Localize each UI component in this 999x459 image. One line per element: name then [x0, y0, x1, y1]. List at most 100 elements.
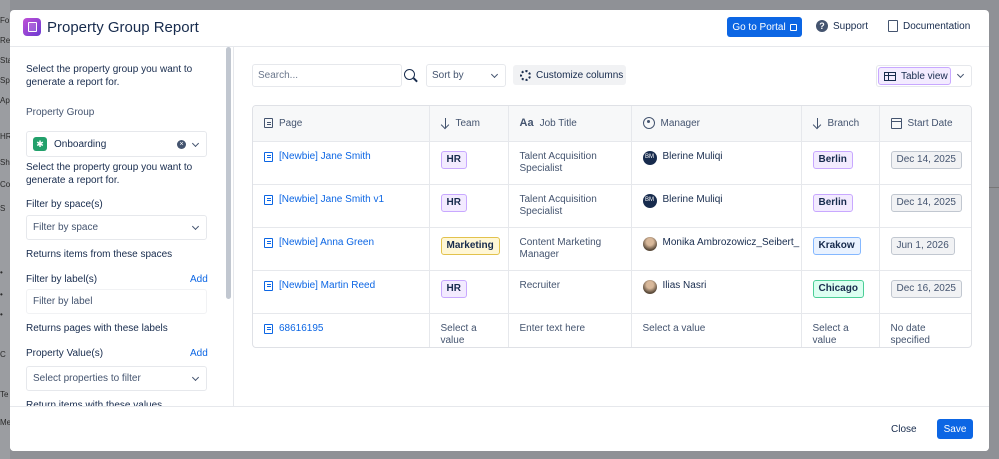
start-date-cell[interactable]: No date specified	[879, 313, 971, 347]
column-header-page[interactable]: Page	[253, 106, 430, 142]
branch-cell[interactable]: Berlin	[801, 141, 880, 185]
search-icon[interactable]	[404, 69, 415, 80]
bg-text: Ap	[0, 96, 10, 105]
page-link[interactable]: [Newbie] Martin Reed	[279, 280, 375, 293]
page-cell[interactable]: [Newbie] Jane Smith v1	[253, 184, 430, 228]
page-icon	[264, 237, 273, 248]
job-title-cell[interactable]: Content Marketing Manager	[508, 227, 632, 271]
team-tag: HR	[440, 193, 467, 212]
date-tag: Dec 14, 2025	[890, 193, 962, 212]
team-cell[interactable]: HR	[429, 184, 509, 228]
page-cell[interactable]: [Newbie] Jane Smith	[253, 141, 430, 185]
team-cell[interactable]: Select a value	[429, 313, 509, 347]
branch-cell[interactable]: Krakow	[801, 227, 880, 271]
page-icon	[264, 194, 273, 205]
dialog-footer: Close Save	[10, 406, 989, 451]
table-view-button[interactable]: Table view	[878, 67, 951, 85]
start-date-cell[interactable]: Dec 14, 2025	[879, 184, 971, 228]
help-icon: ?	[816, 20, 828, 32]
branch-tag: Berlin	[812, 150, 853, 169]
manager-cell[interactable]: Select a value	[631, 313, 802, 347]
gear-icon	[520, 69, 531, 81]
documentation-button[interactable]: Documentation	[888, 20, 970, 32]
space-filter-select[interactable]: Filter by space	[26, 215, 207, 240]
manager-cell[interactable]: Monika Ambrozowicz_Seibert_	[631, 227, 802, 271]
user-icon	[642, 117, 655, 130]
column-label: Team	[455, 117, 480, 129]
page-link[interactable]: [Newbie] Anna Green	[279, 237, 374, 250]
support-button[interactable]: ? Support	[816, 20, 868, 32]
property-group-help: Select the property group you want to ge…	[26, 162, 193, 186]
table-icon	[884, 71, 896, 81]
sidebar-scrollbar[interactable]	[226, 47, 231, 299]
branch-cell[interactable]: Berlin	[801, 184, 880, 228]
sort-arrow-down-icon	[813, 117, 822, 129]
page-link[interactable]: 68616195	[279, 323, 324, 336]
column-header-manager[interactable]: Manager	[631, 106, 802, 142]
property-group-select[interactable]: ✱ Onboarding ×	[26, 131, 207, 157]
page-link[interactable]: [Newbie] Jane Smith v1	[279, 194, 384, 207]
filter-sidebar: Select the property group you want to ge…	[10, 47, 234, 411]
background-app-right	[989, 0, 999, 459]
team-cell[interactable]: HR	[429, 141, 509, 185]
customize-columns-button[interactable]: Customize columns	[513, 65, 626, 85]
column-header-branch[interactable]: Branch	[801, 106, 880, 142]
property-group-value: Onboarding	[54, 138, 107, 150]
bg-text: Sp	[0, 76, 10, 85]
manager-name: Blerine Muliqi	[662, 151, 723, 163]
table-row: [Newbie] Anna Green Marketing Content Ma…	[253, 227, 971, 271]
team-cell[interactable]: HR	[429, 270, 509, 314]
add-property-value-button[interactable]: Add	[190, 348, 208, 359]
page-cell[interactable]: 68616195	[253, 313, 430, 347]
start-date-cell[interactable]: Dec 16, 2025	[879, 270, 971, 314]
job-title-cell[interactable]: Talent Acquisition Specialist	[508, 184, 632, 228]
column-header-team[interactable]: Team	[429, 106, 509, 142]
start-date-cell[interactable]: Jun 1, 2026	[879, 227, 971, 271]
add-label-filter-button[interactable]: Add	[190, 274, 208, 285]
search-input[interactable]: Search...	[252, 64, 402, 87]
property-value-select[interactable]: Select properties to filter	[26, 366, 207, 391]
table-view-select[interactable]: Table view	[876, 65, 972, 87]
page-link[interactable]: [Newbie] Jane Smith	[279, 151, 371, 164]
label-filter-help: Returns pages with these labels	[26, 323, 168, 334]
column-header-start-date[interactable]: Start Date	[879, 106, 971, 142]
branch-cell[interactable]: Select a value	[801, 313, 880, 347]
job-title-cell[interactable]: Enter text here	[508, 313, 632, 347]
start-date-cell[interactable]: Dec 14, 2025	[879, 141, 971, 185]
branch-cell[interactable]: Chicago	[801, 270, 880, 314]
bg-text: C	[0, 350, 6, 359]
close-button[interactable]: Close	[891, 424, 917, 435]
manager-cell[interactable]: BM Blerine Muliqi	[631, 184, 802, 228]
page-cell[interactable]: [Newbie] Martin Reed	[253, 270, 430, 314]
manager-cell[interactable]: BM Blerine Muliqi	[631, 141, 802, 185]
chevron-down-icon	[490, 70, 499, 79]
column-label: Page	[279, 117, 303, 129]
manager-cell[interactable]: Ilias Nasri	[631, 270, 802, 314]
chevron-down-icon	[191, 139, 200, 148]
chevron-down-icon[interactable]	[956, 70, 965, 79]
column-label: Manager	[660, 117, 700, 129]
property-value-placeholder: Select properties to filter	[33, 373, 141, 384]
table-header-row: Page Team Aa Job Title Manager Branch Sta…	[253, 106, 971, 142]
branch-tag: Krakow	[812, 236, 861, 255]
sort-by-select[interactable]: Sort by	[426, 64, 506, 87]
team-cell[interactable]: Marketing	[429, 227, 509, 271]
manager-name: Monika Ambrozowicz_Seibert_	[662, 237, 800, 249]
sort-arrow-down-icon	[441, 117, 450, 129]
branch-tag: Chicago	[812, 279, 864, 298]
date-tag: Dec 14, 2025	[890, 150, 962, 169]
clear-icon[interactable]: ×	[177, 140, 186, 149]
column-header-job-title[interactable]: Aa Job Title	[508, 106, 632, 142]
save-button[interactable]: Save	[937, 419, 973, 439]
table-row: 68616195 Select a value Enter text here …	[253, 313, 971, 347]
job-title-cell[interactable]: Talent Acquisition Specialist	[508, 141, 632, 185]
page-cell[interactable]: [Newbie] Anna Green	[253, 227, 430, 271]
team-placeholder: Select a value	[440, 322, 477, 347]
job-title-cell[interactable]: Recruiter	[508, 270, 632, 314]
customize-columns-label: Customize columns	[536, 69, 624, 81]
column-label: Job Title	[539, 117, 577, 129]
bg-text: Co	[0, 180, 11, 189]
property-value-label: Property Value(s)	[26, 348, 104, 359]
label-filter-input[interactable]: Filter by label	[26, 289, 207, 314]
go-to-portal-button[interactable]: Go to Portal	[727, 17, 802, 37]
